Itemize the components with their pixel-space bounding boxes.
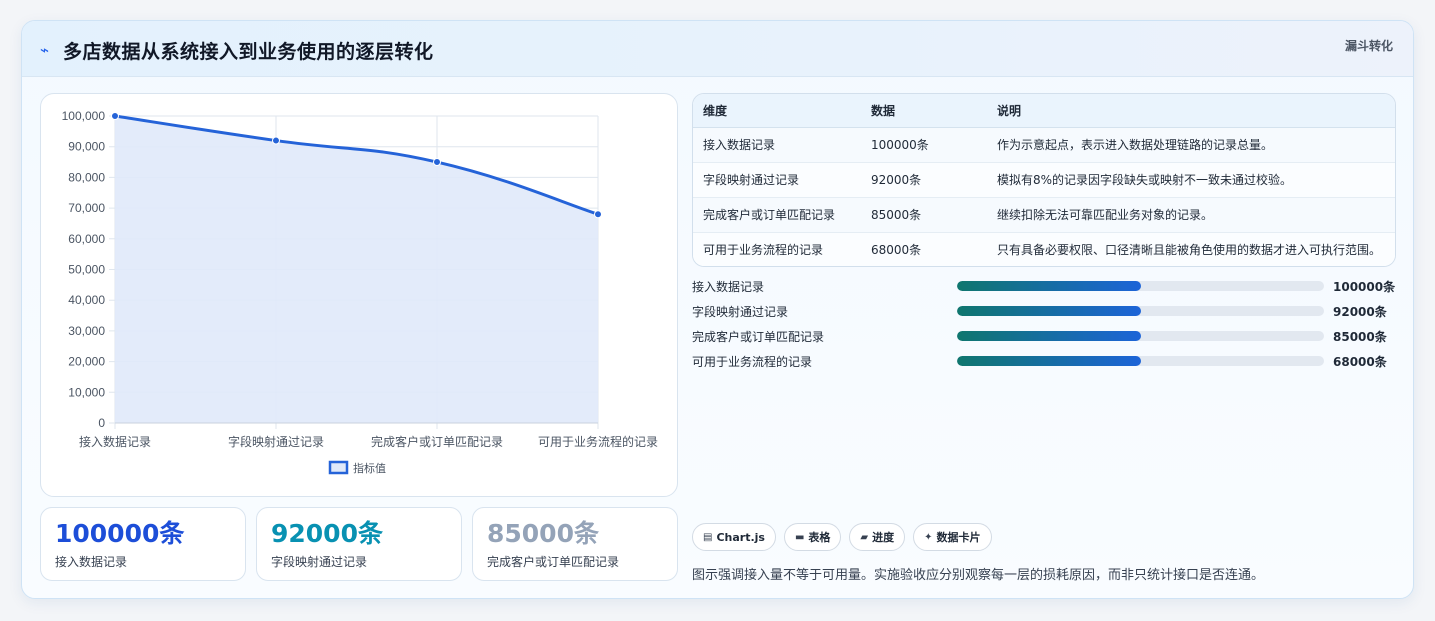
x-tick-label: 接入数据记录 xyxy=(79,434,151,449)
table-icon: ▬ xyxy=(794,531,805,543)
stat-card: 85000条 完成客户或订单匹配记录 xyxy=(472,507,678,581)
table-cell: 100000条 xyxy=(861,127,987,163)
legend-label: 指标值 xyxy=(353,461,386,475)
chip-label: 表格 xyxy=(808,531,831,544)
y-tick-label: 40,000 xyxy=(68,293,105,307)
progress-value: 92000条 xyxy=(1333,305,1387,319)
stat-card: 92000条 字段映射通过记录 xyxy=(256,507,462,581)
x-tick-label: 字段映射通过记录 xyxy=(228,434,324,449)
progress-value: 68000条 xyxy=(1333,355,1387,369)
chip-chartjs[interactable]: ▤ Chart.js xyxy=(692,523,776,551)
progress-row: 可用于业务流程的记录 68000条 xyxy=(692,351,1396,376)
progress-label: 完成客户或订单匹配记录 xyxy=(692,330,825,344)
chart-panel: 100,000 90,000 80,000 70,000 60,000 50,000 40,… xyxy=(40,93,678,497)
progress-fill xyxy=(957,331,1141,341)
table-cell: 92000条 xyxy=(861,162,987,198)
column-header: 数据 xyxy=(861,94,987,128)
y-tick-label: 100,000 xyxy=(62,109,106,123)
chart-icon: ▤ xyxy=(703,531,713,543)
table-cell: 字段映射通过记录 xyxy=(693,162,861,198)
table-cell: 继续扣除无法可靠匹配业务对象的记录。 xyxy=(987,197,1395,233)
progress-label: 字段映射通过记录 xyxy=(692,305,789,319)
progress-fill xyxy=(957,306,1141,316)
y-tick-label: 70,000 xyxy=(68,201,105,215)
card-header: ⌁ 多店数据从系统接入到业务使用的逐层转化 漏斗转化 xyxy=(22,21,1413,77)
progress-value: 85000条 xyxy=(1333,330,1387,344)
y-tick-label: 30,000 xyxy=(68,324,105,338)
data-point xyxy=(594,210,602,219)
progress-track xyxy=(957,306,1324,316)
progress-list: 接入数据记录 100000条 字段映射通过记录 92000条 完成客户或订单匹配… xyxy=(692,276,1396,376)
page-title: 多店数据从系统接入到业务使用的逐层转化 xyxy=(63,41,434,63)
sparkle-icon: ✦ xyxy=(924,531,933,543)
legend-swatch xyxy=(328,460,349,475)
y-tick-label: 0 xyxy=(98,416,105,430)
table-cell: 模拟有8%的记录因字段缺失或映射不一致未通过校验。 xyxy=(987,162,1395,198)
stat-card: 100000条 接入数据记录 xyxy=(40,507,246,581)
stat-label: 完成客户或订单匹配记录 xyxy=(487,555,620,569)
table-cell: 可用于业务流程的记录 xyxy=(693,232,861,266)
progress-row: 字段映射通过记录 92000条 xyxy=(692,301,1396,326)
column-header: 维度 xyxy=(693,94,861,128)
table-row: 字段映射通过记录 92000条 模拟有8%的记录因字段缺失或映射不一致未通过校验… xyxy=(693,162,1395,198)
progress-track xyxy=(957,331,1324,341)
progress-row: 完成客户或订单匹配记录 85000条 xyxy=(692,326,1396,351)
chip-table[interactable]: ▬ 表格 xyxy=(783,523,842,551)
progress-track xyxy=(957,356,1324,366)
table-cell: 68000条 xyxy=(861,232,987,266)
progress-row: 接入数据记录 100000条 xyxy=(692,276,1396,301)
table-row: 完成客户或订单匹配记录 85000条 继续扣除无法可靠匹配业务对象的记录。 xyxy=(693,197,1395,233)
funnel-card: ⌁ 多店数据从系统接入到业务使用的逐层转化 漏斗转化 100,000 90,000… xyxy=(21,20,1414,599)
table-row: 可用于业务流程的记录 68000条 只有具备必要权限、口径清晰且能被角色使用的数… xyxy=(693,232,1395,266)
data-table: 维度 数据 说明 接入数据记录 100000条 作为示意起点，表示进入数据处理链… xyxy=(692,93,1396,267)
footnote: 图示强调接入量不等于可用量。实施验收应分别观察每一层的损耗原因，而非只统计接口是… xyxy=(692,568,1265,583)
y-tick-label: 20,000 xyxy=(68,355,105,369)
data-point xyxy=(111,112,119,120)
progress-track xyxy=(957,281,1324,291)
y-tick-label: 10,000 xyxy=(68,385,105,399)
table-cell: 接入数据记录 xyxy=(693,127,861,163)
y-tick-label: 60,000 xyxy=(68,232,105,246)
stat-label: 字段映射通过记录 xyxy=(271,555,368,569)
column-header: 说明 xyxy=(987,94,1395,128)
y-tick-label: 50,000 xyxy=(68,263,105,277)
table-cell: 只有具备必要权限、口径清晰且能被角色使用的数据才进入可执行范围。 xyxy=(987,232,1395,266)
chip-label: 数据卡片 xyxy=(936,531,981,544)
chip-progress[interactable]: ▰ 进度 xyxy=(849,523,906,551)
progress-fill xyxy=(957,356,1141,366)
chip-data-card[interactable]: ✦ 数据卡片 xyxy=(913,523,992,551)
stat-value: 100000条 xyxy=(55,519,185,548)
chart-trend-icon: ⌁ xyxy=(40,41,50,59)
progress-label: 可用于业务流程的记录 xyxy=(692,355,813,369)
progress-fill xyxy=(957,281,1141,291)
area-fill xyxy=(115,116,598,423)
table-cell: 85000条 xyxy=(861,197,987,233)
stat-value: 85000条 xyxy=(487,519,599,548)
stat-value: 92000条 xyxy=(271,519,383,548)
progress-value: 100000条 xyxy=(1333,280,1396,294)
progress-label: 接入数据记录 xyxy=(692,280,765,294)
x-tick-label: 完成客户或订单匹配记录 xyxy=(371,434,503,449)
x-tick-label: 可用于业务流程的记录 xyxy=(538,434,658,449)
stat-label: 接入数据记录 xyxy=(55,555,128,569)
y-tick-label: 90,000 xyxy=(68,140,105,154)
chip-label: Chart.js xyxy=(716,530,765,544)
chip-label: 进度 xyxy=(872,531,895,544)
table-cell: 完成客户或订单匹配记录 xyxy=(693,197,861,233)
table-header-row: 维度 数据 说明 xyxy=(693,94,1395,128)
line-area-chart: 100,000 90,000 80,000 70,000 60,000 50,000 40,… xyxy=(62,109,658,475)
header-tag: 漏斗转化 xyxy=(1344,39,1393,53)
table-cell: 作为示意起点，表示进入数据处理链路的记录总量。 xyxy=(987,127,1395,163)
table-row: 接入数据记录 100000条 作为示意起点，表示进入数据处理链路的记录总量。 xyxy=(693,127,1395,163)
y-tick-label: 80,000 xyxy=(68,170,105,184)
data-point xyxy=(433,158,441,167)
data-point xyxy=(272,136,280,145)
chip-list: ▤ Chart.js ▬ 表格 ▰ 进度 ✦ 数据卡片 xyxy=(692,523,992,551)
progress-icon: ▰ xyxy=(860,531,869,543)
